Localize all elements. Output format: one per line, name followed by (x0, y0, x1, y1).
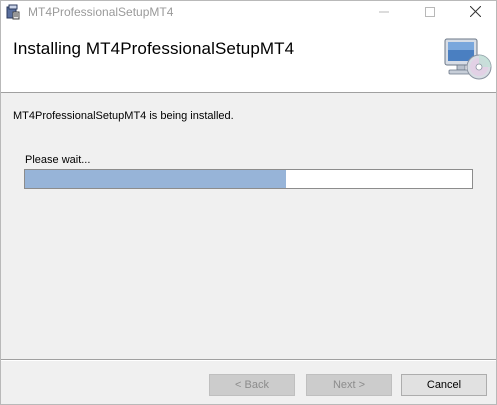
close-icon (469, 5, 481, 20)
page-title: Installing MT4ProfessionalSetupMT4 (13, 39, 295, 58)
cancel-button[interactable]: Cancel (401, 374, 487, 396)
progress-fill (25, 170, 287, 188)
computer-cd-icon (441, 35, 493, 83)
maximize-icon (425, 6, 435, 20)
close-button[interactable] (452, 1, 497, 25)
installer-window: MT4ProfessionalSetupMT4 Installing MT4Pr… (0, 0, 497, 405)
installer-app-icon (5, 4, 21, 20)
minimize-icon (379, 7, 389, 20)
install-progress-bar (24, 169, 473, 189)
minimize-button[interactable] (361, 1, 407, 25)
window-title: MT4ProfessionalSetupMT4 (28, 5, 174, 19)
header-banner: Installing MT4ProfessionalSetupMT4 (1, 25, 496, 93)
install-status-text: MT4ProfessionalSetupMT4 is being install… (13, 110, 234, 122)
title-bar[interactable]: MT4ProfessionalSetupMT4 (1, 1, 496, 25)
next-button[interactable]: Next > (306, 374, 392, 396)
please-wait-label: Please wait... (25, 154, 91, 166)
maximize-button[interactable] (407, 1, 453, 25)
footer-divider (1, 359, 496, 361)
back-button[interactable]: < Back (209, 374, 295, 396)
